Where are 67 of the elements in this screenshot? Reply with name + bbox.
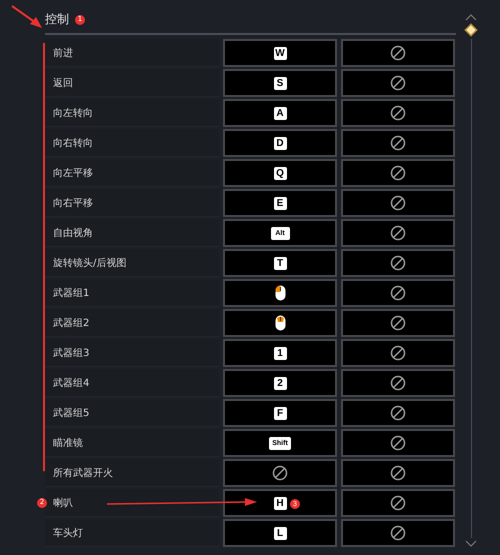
action-label: 武器组4: [53, 376, 90, 390]
keybind-slot[interactable]: D: [223, 129, 337, 157]
keybind-slot[interactable]: 2: [223, 369, 337, 397]
scroll-thumb-icon[interactable]: [464, 23, 478, 37]
scroll-down-icon[interactable]: [465, 540, 477, 547]
key-cap: H: [274, 496, 286, 510]
unbound-icon: [390, 75, 406, 91]
key-cap: S: [274, 76, 286, 90]
key-cap: F: [274, 406, 286, 420]
keybind-slot[interactable]: Q: [223, 159, 337, 187]
key-cap: 2: [274, 376, 286, 390]
unbound-icon: [390, 345, 406, 361]
unbound-icon: [390, 225, 406, 241]
key-cap: A: [274, 106, 286, 120]
key-cap: D: [274, 136, 286, 150]
action-label: 车头灯: [53, 526, 83, 540]
annotation-arrow: [10, 4, 44, 30]
key-cap: T: [274, 256, 286, 270]
keybind-slot[interactable]: [223, 309, 337, 337]
unbound-icon: [390, 135, 406, 151]
keybind-slot[interactable]: A: [223, 99, 337, 127]
action-label: 前进: [53, 46, 73, 60]
action-label: 向左转向: [53, 106, 93, 120]
action-label: 向左平移: [53, 166, 93, 180]
keybind-slot[interactable]: F: [223, 399, 337, 427]
action-label: 武器组2: [53, 316, 90, 330]
key-cap: W: [274, 46, 286, 60]
action-label: 武器组1: [53, 286, 90, 300]
key-cap: L: [274, 526, 286, 540]
keybind-slot[interactable]: 1: [223, 339, 337, 367]
keybind-slot[interactable]: [223, 279, 337, 307]
mouse-icon: [274, 285, 286, 301]
action-label: 向右平移: [53, 196, 93, 210]
unbound-icon: [390, 165, 406, 181]
action-label: 旋转镜头/后视图: [53, 256, 126, 270]
keybind-slot[interactable]: T: [223, 249, 337, 277]
action-label: 瞄准镜: [53, 436, 83, 450]
keybind-slot[interactable]: S: [223, 69, 337, 97]
unbound-icon: [390, 465, 406, 481]
unbound-icon: [390, 405, 406, 421]
action-label: 武器组5: [53, 406, 90, 420]
scroll-up-icon[interactable]: [465, 14, 477, 21]
unbound-icon: [390, 255, 406, 271]
key-cap: E: [274, 196, 286, 210]
mouse-icon: [274, 315, 286, 331]
unbound-icon: [390, 45, 406, 61]
keybind-slot[interactable]: W: [223, 39, 337, 67]
action-label: 所有武器开火: [53, 466, 113, 480]
action-label: 自由视角: [53, 226, 93, 240]
unbound-icon: [390, 195, 406, 211]
action-label: 向右转向: [53, 136, 93, 150]
unbound-icon: [390, 315, 406, 331]
keybind-slot[interactable]: E: [223, 189, 337, 217]
action-label: 武器组3: [53, 346, 90, 360]
unbound-icon: [390, 525, 406, 541]
key-cap: Q: [274, 166, 286, 180]
keybind-slot[interactable]: L: [223, 519, 337, 547]
unbound-icon: [390, 285, 406, 301]
unbound-icon: [272, 465, 288, 481]
unbound-icon: [390, 435, 406, 451]
action-label: 返回: [53, 76, 73, 90]
key-cap: 1: [274, 346, 286, 360]
unbound-icon: [390, 495, 406, 511]
unbound-icon: [390, 375, 406, 391]
action-label: 喇叭: [53, 496, 73, 510]
section-title: 控制: [45, 11, 69, 28]
unbound-icon: [390, 105, 406, 121]
